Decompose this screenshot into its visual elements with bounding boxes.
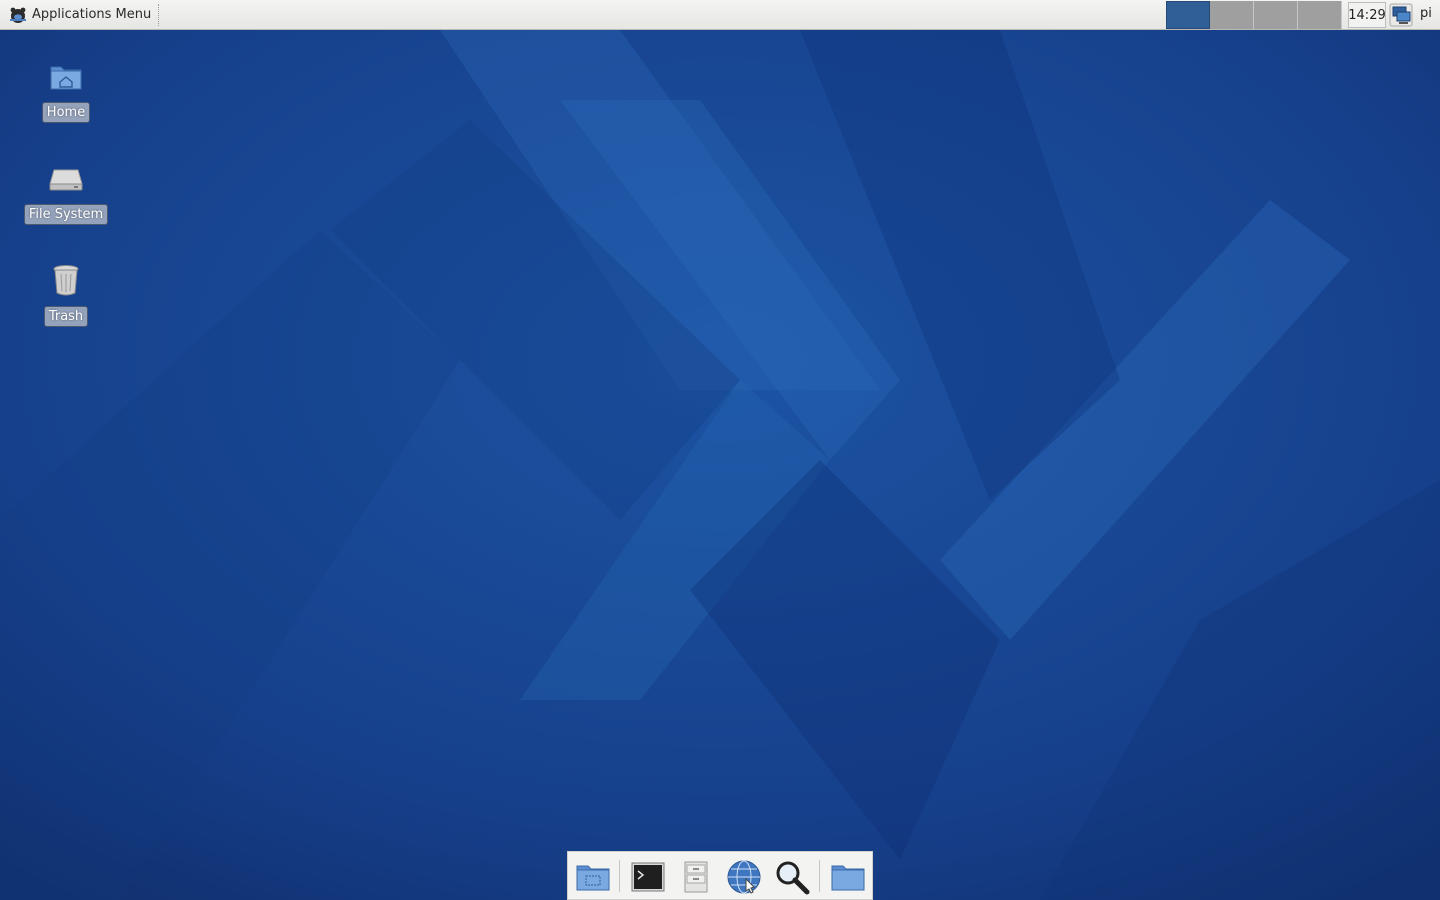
dock-separator — [819, 860, 820, 892]
show-desktop-button[interactable] — [573, 858, 613, 896]
folder-icon — [831, 865, 865, 891]
terminal-button[interactable] — [628, 858, 668, 896]
web-browser-button[interactable] — [724, 858, 764, 896]
panel-separator — [158, 4, 159, 26]
workspace-4[interactable] — [1298, 1, 1342, 29]
workspace-1[interactable] — [1166, 1, 1210, 29]
web-browser-icon — [727, 860, 761, 894]
desktop-icon-file-system[interactable]: File System — [11, 160, 121, 225]
workspace-switcher[interactable] — [1166, 1, 1342, 29]
xfce-mouse-icon — [10, 7, 26, 23]
show-desktop-icon — [576, 865, 610, 891]
network-icon[interactable] — [1389, 3, 1413, 27]
bottom-dock — [567, 851, 873, 900]
file-manager-icon — [684, 861, 708, 893]
folder-button[interactable] — [828, 858, 868, 896]
dock-separator — [619, 860, 620, 892]
drive-icon — [49, 169, 83, 191]
desktop-icon-home[interactable]: Home — [11, 58, 121, 123]
workspace-3[interactable] — [1254, 1, 1298, 29]
applications-menu-button[interactable]: Applications Menu — [4, 2, 155, 27]
user-name[interactable]: pi — [1420, 6, 1432, 21]
home-folder-icon — [50, 66, 82, 90]
workspace-2[interactable] — [1210, 1, 1254, 29]
terminal-icon — [631, 862, 665, 892]
desktop-icon-label: Home — [41, 102, 91, 123]
desktop[interactable]: Applications Menu 14:29 pi Home File Sys… — [0, 0, 1440, 900]
search-icon — [776, 861, 810, 895]
desktop-icon-trash[interactable]: Trash — [11, 262, 121, 327]
trash-icon — [53, 265, 79, 296]
desktop-icon-label: File System — [23, 204, 109, 225]
wallpaper — [0, 0, 1440, 900]
desktop-icon-label: Trash — [43, 306, 89, 327]
applications-menu-label: Applications Menu — [32, 7, 152, 22]
clock[interactable]: 14:29 — [1348, 2, 1386, 28]
top-panel: Applications Menu 14:29 pi — [0, 0, 1440, 30]
file-manager-button[interactable] — [676, 858, 716, 896]
search-button[interactable] — [772, 858, 812, 896]
